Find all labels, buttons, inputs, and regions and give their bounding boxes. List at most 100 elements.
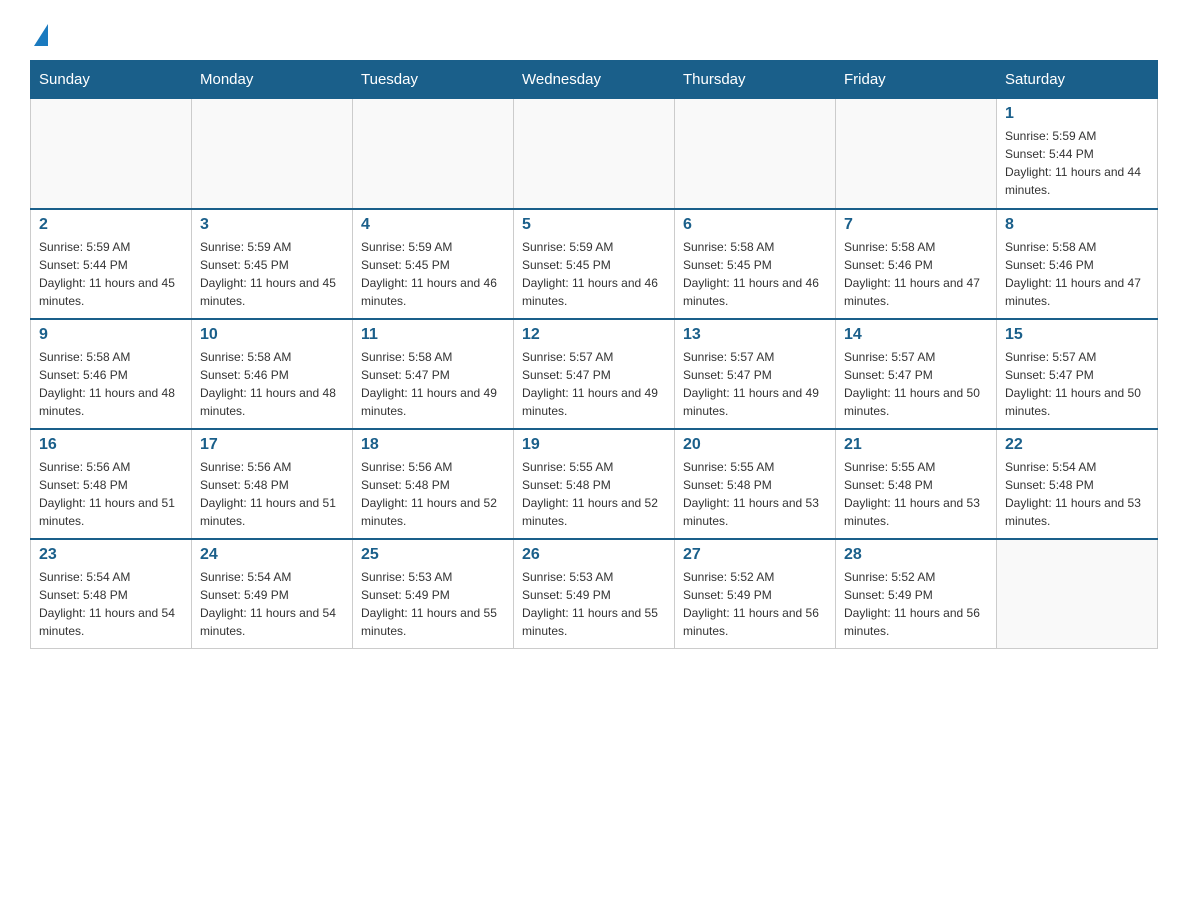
day-info: Sunrise: 5:58 AM Sunset: 5:46 PM Dayligh… [39,348,183,420]
day-number: 5 [522,216,666,234]
calendar-cell [675,99,836,209]
day-number: 19 [522,436,666,454]
calendar-cell: 1 Sunrise: 5:59 AM Sunset: 5:44 PM Daylig… [997,99,1158,209]
day-number: 4 [361,216,505,234]
calendar-cell: 8Sunrise: 5:58 AM Sunset: 5:46 PM Daylig… [997,209,1158,319]
calendar-week-row: 1 Sunrise: 5:59 AM Sunset: 5:44 PM Daylig… [31,99,1158,209]
col-header-wednesday: Wednesday [514,61,675,99]
calendar-cell: 3 Sunrise: 5:59 AM Sunset: 5:45 PM Daylig… [192,209,353,319]
calendar-cell: 10 Sunrise: 5:58 AM Sunset: 5:46 PM Dayli… [192,319,353,429]
calendar-cell: 2 Sunrise: 5:59 AM Sunset: 5:44 PM Daylig… [31,209,192,319]
day-number: 2 [39,216,183,234]
calendar-cell: 24 Sunrise: 5:54 AM Sunset: 5:49 PM Dayli… [192,539,353,649]
day-number: 23 [39,546,183,564]
calendar-header-row: SundayMondayTuesdayWednesdayThursdayFrid… [31,61,1158,99]
day-info: Sunrise: 5:52 AM Sunset: 5:49 PM Dayligh… [683,568,827,640]
day-number: 6 [683,216,827,234]
day-number: 1 [1005,105,1149,123]
day-info: Sunrise: 5:59 AM Sunset: 5:44 PM Dayligh… [39,238,183,310]
calendar-week-row: 2 Sunrise: 5:59 AM Sunset: 5:44 PM Daylig… [31,209,1158,319]
col-header-friday: Friday [836,61,997,99]
day-info: Sunrise: 5:53 AM Sunset: 5:49 PM Dayligh… [522,568,666,640]
day-number: 14 [844,326,988,344]
calendar-cell: 19 Sunrise: 5:55 AM Sunset: 5:48 PM Dayli… [514,429,675,539]
calendar-cell: 14 Sunrise: 5:57 AM Sunset: 5:47 PM Dayli… [836,319,997,429]
day-info: Sunrise: 5:58 AM Sunset: 5:45 PM Dayligh… [683,238,827,310]
day-number: 11 [361,326,505,344]
day-info: Sunrise: 5:54 AM Sunset: 5:49 PM Dayligh… [200,568,344,640]
day-info: Sunrise: 5:58 AM Sunset: 5:47 PM Dayligh… [361,348,505,420]
calendar-cell: 15 Sunrise: 5:57 AM Sunset: 5:47 PM Dayli… [997,319,1158,429]
calendar-cell: 20 Sunrise: 5:55 AM Sunset: 5:48 PM Dayli… [675,429,836,539]
day-number: 9 [39,326,183,344]
calendar-cell: 28 Sunrise: 5:52 AM Sunset: 5:49 PM Dayli… [836,539,997,649]
col-header-thursday: Thursday [675,61,836,99]
day-number: 26 [522,546,666,564]
calendar-cell: 16Sunrise: 5:56 AM Sunset: 5:48 PM Dayli… [31,429,192,539]
day-number: 24 [200,546,344,564]
day-number: 27 [683,546,827,564]
day-number: 15 [1005,326,1149,344]
calendar-week-row: 9 Sunrise: 5:58 AM Sunset: 5:46 PM Daylig… [31,319,1158,429]
calendar-cell: 6 Sunrise: 5:58 AM Sunset: 5:45 PM Daylig… [675,209,836,319]
day-info: Sunrise: 5:57 AM Sunset: 5:47 PM Dayligh… [1005,348,1149,420]
day-number: 3 [200,216,344,234]
calendar-cell [514,99,675,209]
day-info: Sunrise: 5:56 AM Sunset: 5:48 PM Dayligh… [39,458,183,530]
day-number: 20 [683,436,827,454]
calendar-cell [997,539,1158,649]
day-number: 12 [522,326,666,344]
day-info: Sunrise: 5:52 AM Sunset: 5:49 PM Dayligh… [844,568,988,640]
calendar-cell: 11 Sunrise: 5:58 AM Sunset: 5:47 PM Dayli… [353,319,514,429]
calendar-cell: 4 Sunrise: 5:59 AM Sunset: 5:45 PM Daylig… [353,209,514,319]
calendar-cell: 26 Sunrise: 5:53 AM Sunset: 5:49 PM Dayli… [514,539,675,649]
day-info: Sunrise: 5:54 AM Sunset: 5:48 PM Dayligh… [1005,458,1149,530]
col-header-sunday: Sunday [31,61,192,99]
calendar-cell [836,99,997,209]
day-info: Sunrise: 5:59 AM Sunset: 5:45 PM Dayligh… [522,238,666,310]
day-info: Sunrise: 5:57 AM Sunset: 5:47 PM Dayligh… [844,348,988,420]
calendar-cell: 21Sunrise: 5:55 AM Sunset: 5:48 PM Dayli… [836,429,997,539]
col-header-monday: Monday [192,61,353,99]
day-info: Sunrise: 5:58 AM Sunset: 5:46 PM Dayligh… [844,238,988,310]
calendar-cell: 5 Sunrise: 5:59 AM Sunset: 5:45 PM Daylig… [514,209,675,319]
calendar-cell: 18Sunrise: 5:56 AM Sunset: 5:48 PM Dayli… [353,429,514,539]
day-number: 25 [361,546,505,564]
calendar-cell: 7 Sunrise: 5:58 AM Sunset: 5:46 PM Daylig… [836,209,997,319]
day-number: 7 [844,216,988,234]
day-info: Sunrise: 5:56 AM Sunset: 5:48 PM Dayligh… [200,458,344,530]
col-header-tuesday: Tuesday [353,61,514,99]
calendar-cell [353,99,514,209]
calendar-cell: 25Sunrise: 5:53 AM Sunset: 5:49 PM Dayli… [353,539,514,649]
calendar-cell: 27 Sunrise: 5:52 AM Sunset: 5:49 PM Dayli… [675,539,836,649]
calendar-cell [192,99,353,209]
day-info: Sunrise: 5:59 AM Sunset: 5:45 PM Dayligh… [200,238,344,310]
calendar-week-row: 16Sunrise: 5:56 AM Sunset: 5:48 PM Dayli… [31,429,1158,539]
col-header-saturday: Saturday [997,61,1158,99]
calendar-cell: 23 Sunrise: 5:54 AM Sunset: 5:48 PM Dayli… [31,539,192,649]
day-number: 13 [683,326,827,344]
page-header [30,20,1158,40]
calendar-cell [31,99,192,209]
calendar-cell: 12 Sunrise: 5:57 AM Sunset: 5:47 PM Dayli… [514,319,675,429]
calendar-cell: 22 Sunrise: 5:54 AM Sunset: 5:48 PM Dayli… [997,429,1158,539]
logo-triangle-icon [34,24,48,46]
day-info: Sunrise: 5:55 AM Sunset: 5:48 PM Dayligh… [683,458,827,530]
calendar-cell: 17 Sunrise: 5:56 AM Sunset: 5:48 PM Dayli… [192,429,353,539]
day-info: Sunrise: 5:59 AM Sunset: 5:45 PM Dayligh… [361,238,505,310]
day-info: Sunrise: 5:58 AM Sunset: 5:46 PM Dayligh… [1005,238,1149,310]
day-info: Sunrise: 5:58 AM Sunset: 5:46 PM Dayligh… [200,348,344,420]
day-number: 18 [361,436,505,454]
day-info: Sunrise: 5:55 AM Sunset: 5:48 PM Dayligh… [844,458,988,530]
day-number: 17 [200,436,344,454]
day-number: 22 [1005,436,1149,454]
day-info: Sunrise: 5:54 AM Sunset: 5:48 PM Dayligh… [39,568,183,640]
day-info: Sunrise: 5:59 AM Sunset: 5:44 PM Dayligh… [1005,127,1149,199]
day-number: 28 [844,546,988,564]
day-number: 10 [200,326,344,344]
day-info: Sunrise: 5:57 AM Sunset: 5:47 PM Dayligh… [522,348,666,420]
day-info: Sunrise: 5:57 AM Sunset: 5:47 PM Dayligh… [683,348,827,420]
day-info: Sunrise: 5:55 AM Sunset: 5:48 PM Dayligh… [522,458,666,530]
calendar-cell: 9 Sunrise: 5:58 AM Sunset: 5:46 PM Daylig… [31,319,192,429]
logo [30,20,48,40]
